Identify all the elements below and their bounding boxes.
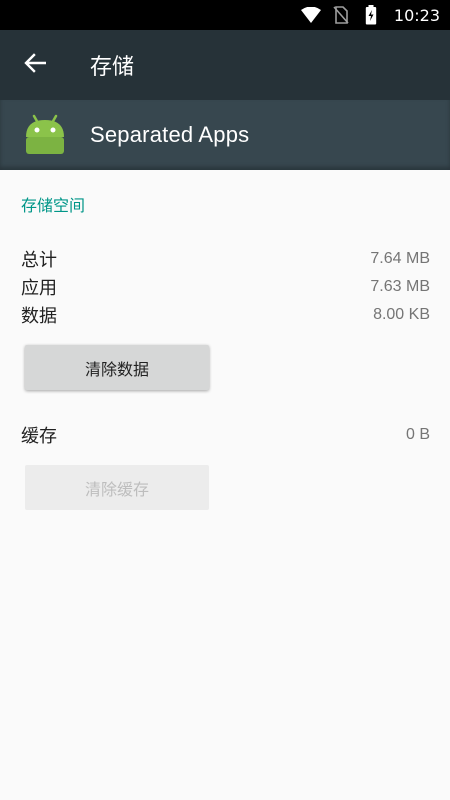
- back-button[interactable]: [0, 30, 70, 100]
- row-value: 7.64 MB: [370, 250, 430, 267]
- cache-row: 缓存 0 B: [21, 421, 430, 449]
- storage-row-app: 应用 7.63 MB: [21, 273, 430, 301]
- status-time: 10:23: [393, 5, 440, 25]
- storage-row-data: 数据 8.00 KB: [21, 301, 430, 329]
- row-label: 缓存: [21, 426, 57, 447]
- clear-cache-button[interactable]: 清除缓存: [25, 465, 209, 510]
- storage-row-total: 总计 7.64 MB: [21, 245, 430, 273]
- row-label: 应用: [21, 278, 57, 299]
- clear-data-button[interactable]: 清除数据: [25, 345, 209, 390]
- status-bar: 10:23: [0, 0, 450, 30]
- row-value: 8.00 KB: [373, 306, 430, 323]
- arrow-back-icon: [24, 53, 47, 77]
- toolbar: 存储: [0, 30, 450, 100]
- battery-charging-icon: [360, 4, 382, 26]
- section-title: 存储空间: [21, 196, 86, 215]
- app-name: Separated Apps: [90, 122, 250, 147]
- row-label: 总计: [21, 250, 57, 271]
- row-value: 7.63 MB: [370, 278, 430, 295]
- page-title: 存储: [90, 55, 135, 80]
- row-label: 数据: [21, 306, 57, 327]
- wifi-icon: [300, 4, 322, 26]
- no-sim-icon: [330, 4, 352, 26]
- app-header: Separated Apps: [0, 100, 450, 170]
- row-value: 0 B: [405, 426, 430, 443]
- android-icon: [22, 112, 68, 158]
